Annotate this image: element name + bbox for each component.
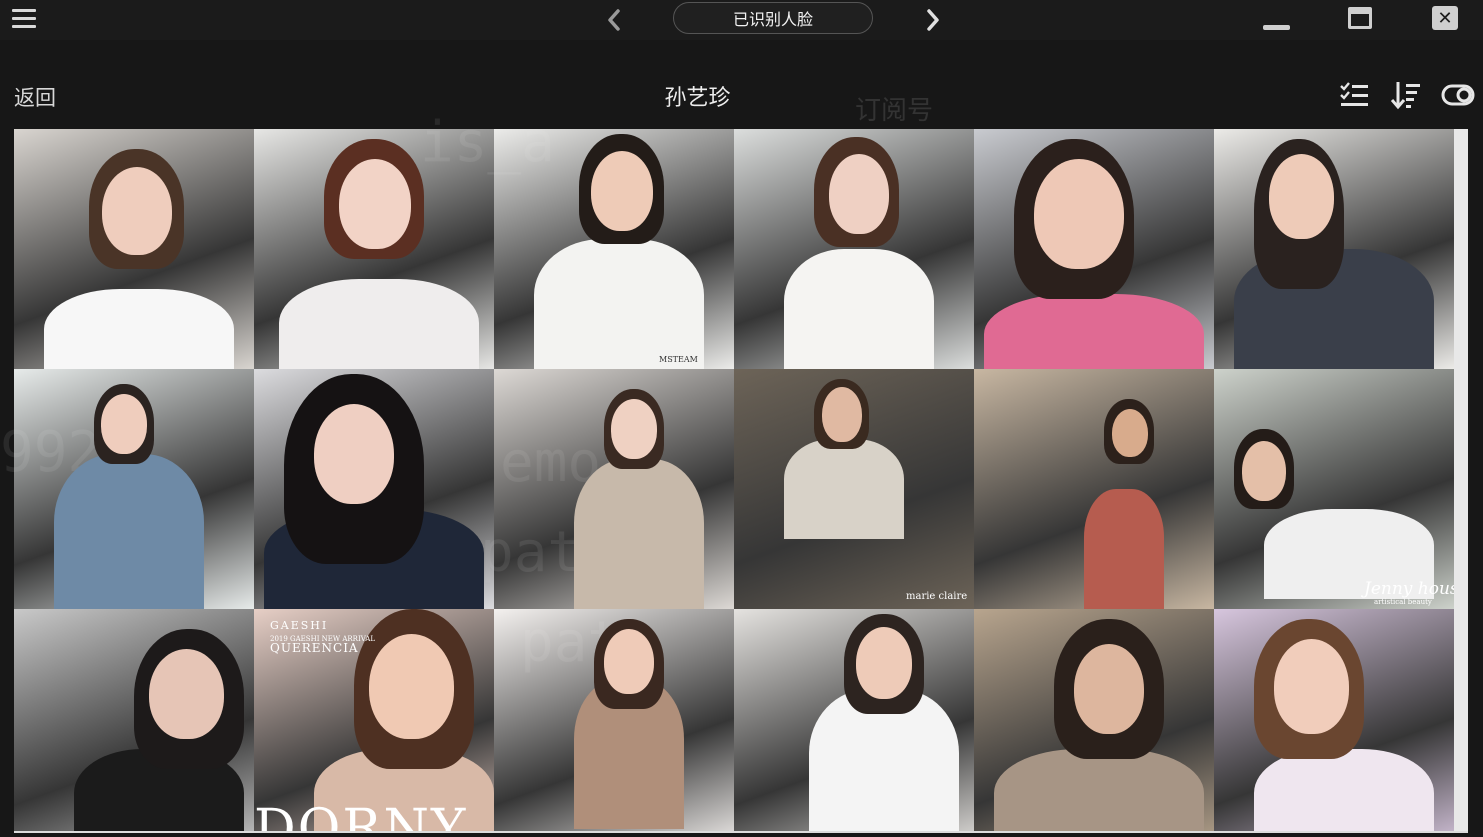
photo-thumbnail[interactable] — [974, 609, 1214, 833]
photo-thumbnail[interactable]: marie claire — [734, 369, 974, 609]
photo-thumbnail[interactable] — [734, 129, 974, 369]
photo-figure-body — [279, 279, 479, 369]
photo-thumbnail[interactable] — [254, 129, 494, 369]
photo-figure-face — [591, 151, 653, 231]
photo-figure-body — [54, 454, 204, 609]
photo-figure-face — [101, 394, 147, 454]
photo-thumbnail[interactable] — [734, 609, 974, 833]
photo-figure-body — [784, 249, 934, 369]
brand-logo: Jenny house — [1364, 579, 1454, 599]
brand-tagline: artistical beauty — [1374, 598, 1432, 606]
page-title: 孙艺珍 — [664, 86, 731, 111]
toggle-icon[interactable] — [1441, 80, 1475, 110]
photo-thumbnail[interactable] — [14, 369, 254, 609]
checklist-icon[interactable] — [1339, 80, 1369, 110]
photo-figure-face — [314, 404, 394, 504]
divider — [14, 831, 1468, 833]
photo-figure-body — [534, 239, 704, 369]
photo-figure-face — [369, 634, 454, 739]
minimize-icon[interactable] — [1261, 6, 1291, 34]
photo-figure-face — [829, 154, 889, 234]
photo-figure-face — [1034, 159, 1124, 269]
photo-figure-face — [856, 627, 912, 699]
photo-figure-face — [1242, 441, 1286, 501]
hamburger-menu-icon[interactable] — [12, 9, 36, 31]
photo-thumbnail[interactable] — [1214, 609, 1454, 833]
photo-thumbnail[interactable] — [14, 129, 254, 369]
photo-thumbnail[interactable]: MSTEAM — [494, 129, 734, 369]
sort-descending-icon[interactable] — [1390, 80, 1421, 110]
maximize-icon[interactable] — [1345, 6, 1375, 34]
photo-figure-face — [1074, 644, 1144, 734]
photo-thumbnail[interactable] — [1214, 129, 1454, 369]
photo-figure-face — [149, 649, 224, 739]
close-icon[interactable]: ✕ — [1430, 6, 1460, 34]
recognized-faces-pill[interactable]: 已识别人脸 — [673, 2, 873, 34]
photo-thumbnail[interactable] — [974, 129, 1214, 369]
photo-figure-body — [1254, 749, 1434, 833]
brand-wordmark: DORNY — [254, 799, 468, 833]
photo-figure-face — [102, 167, 172, 255]
ad-title: QUERENCIA — [270, 641, 359, 655]
photo-figure-body — [574, 459, 704, 609]
watermark-text: MSTEAM — [659, 355, 698, 364]
header-row: 返回 孙艺珍 — [0, 72, 1483, 120]
photo-figure-face — [1269, 154, 1334, 239]
scrollbar-track[interactable] — [1454, 129, 1468, 833]
photo-figure-face — [339, 159, 411, 249]
photo-figure-face — [611, 399, 657, 459]
photo-figure-face — [1274, 639, 1349, 734]
magazine-logo: marie claire — [906, 591, 968, 602]
photo-thumbnail[interactable]: Jenny houseartistical beauty — [1214, 369, 1454, 609]
photo-figure-body — [1084, 489, 1164, 609]
photo-figure-face — [822, 387, 862, 442]
photo-thumbnail[interactable] — [14, 609, 254, 833]
chevron-left-icon[interactable] — [599, 5, 629, 35]
photo-figure-face — [1112, 409, 1148, 457]
photo-figure-body — [44, 289, 234, 369]
photo-figure-body — [784, 439, 904, 539]
photo-thumbnail[interactable] — [974, 369, 1214, 609]
brand-logo: GAESHI — [270, 619, 329, 632]
photo-figure-body — [984, 294, 1204, 369]
photo-thumbnail[interactable]: GAESHI 2019 GAESHI NEW ARRIVAL QUERENCIA DO… — [254, 609, 494, 833]
chevron-right-icon[interactable] — [918, 5, 948, 35]
photo-figure-face — [604, 629, 654, 694]
photo-figure-body — [994, 749, 1204, 833]
photo-grid: MSTEAM marie claire Jenny houseartistical … — [14, 129, 1454, 833]
title-bar: 已识别人脸 ✕ — [0, 0, 1483, 40]
photo-thumbnail[interactable] — [254, 369, 494, 609]
photo-thumbnail[interactable] — [494, 609, 734, 833]
photo-thumbnail[interactable] — [494, 369, 734, 609]
